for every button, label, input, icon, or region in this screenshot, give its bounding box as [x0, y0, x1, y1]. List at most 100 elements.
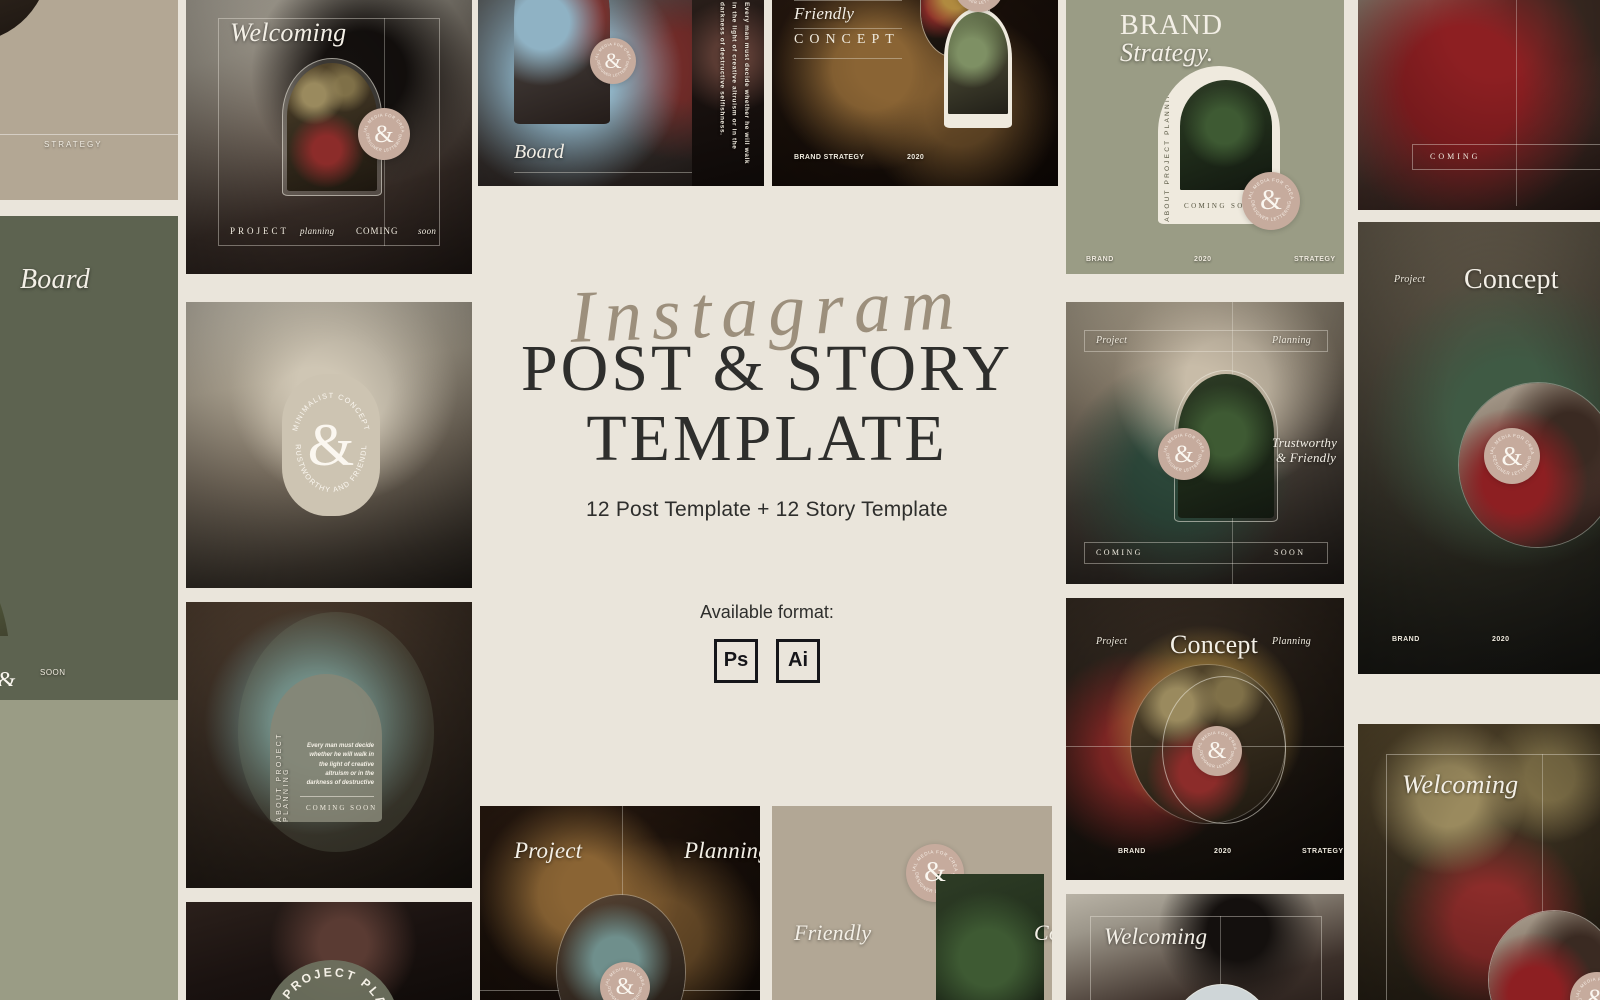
story-quote-text: Every man must decide whether he will wa…: [718, 2, 750, 165]
arch-text-panel: ABOUT PROJECT PLANNING Every man must de…: [270, 674, 382, 822]
story-footer-mid: 2020: [1194, 256, 1212, 263]
story-footer-right: Strategy: [1294, 256, 1336, 263]
ampersand-glyph: &: [1260, 185, 1282, 216]
available-format-label: Available format:: [700, 601, 834, 622]
amp-seal-badge: SOCIAL MEDIA FOR CREATOR DESIGNER LETTER…: [1570, 972, 1600, 1000]
arch-body-text: Every man must decide whether he will wa…: [306, 743, 374, 787]
card-about-planning-post[interactable]: ABOUT PROJECT PLANNING Every man must de…: [186, 602, 472, 888]
card-brand-strategy-story[interactable]: BRAND Strategy. ABOUT PROJECT PLANNING C…: [1066, 0, 1344, 274]
post-title-concept: Concept: [1464, 264, 1559, 295]
template-preview-canvas: Brand Strategy Board SOCIAL MEDIA FOR CR…: [0, 0, 1600, 1000]
rect-photo: [936, 874, 1044, 1000]
card-coming-story[interactable]: COMING: [1358, 0, 1600, 210]
card-minimalist-post[interactable]: MINIMALIST CONCEPT TRUSTWORTHY AND FRIEN…: [186, 302, 472, 588]
card-concept-post[interactable]: Project Concept Planning SOCIAL MEDIA FO…: [1066, 598, 1344, 880]
post-footer-mid: 2020: [1214, 848, 1232, 855]
card-left-sage-planning[interactable]: Planning: [0, 700, 178, 1000]
card-welcoming-bottom-post[interactable]: Welcoming: [1066, 894, 1344, 1000]
post-label-project: Project: [1394, 274, 1426, 285]
card-concept-right-post[interactable]: Project Concept SOCIAL MEDIA FOR CREATOR…: [1358, 222, 1600, 674]
post-title-concept: Concept: [1170, 630, 1259, 659]
hero-script-title: Instagram: [568, 263, 966, 359]
post-text-trustworthy: Trustworthy: [1272, 435, 1338, 450]
story-footer-left: Brand: [1086, 256, 1114, 263]
post-footer-left: Brand: [1392, 636, 1420, 643]
card-friendly-post[interactable]: SOCIAL MEDIA FOR CREATOR DESIGNER LETTER…: [772, 806, 1052, 1000]
story-label-coming: COMING: [1430, 152, 1481, 161]
footer-planning: planning: [300, 226, 335, 236]
post-footer-soon: SOON: [1274, 548, 1306, 557]
format-badge-row: Ps Ai: [714, 638, 820, 683]
ampersand-glyph: &: [374, 120, 394, 148]
hero-title-line2: TEMPLATE: [586, 401, 948, 475]
card-leaf-post[interactable]: Project Planning SOCIAL MEDIA FOR CREATO…: [480, 806, 760, 1000]
hero-subtitle: 12 Post Template + 12 Story Template: [586, 497, 948, 521]
card-title-board: Board: [20, 264, 90, 295]
arch-vertical-label: ABOUT PROJECT PLANNING: [1164, 84, 1171, 222]
card-quote-story[interactable]: Every man must decide whether he will wa…: [692, 0, 764, 186]
circular-label-text: ABOUT PROJECT PLANNING: [264, 960, 395, 1000]
card-welcoming-right-post[interactable]: Welcoming SOCIAL MEDIA FOR CREATOR DESIG…: [1358, 724, 1600, 1000]
illustrator-badge[interactable]: Ai: [776, 638, 820, 683]
amp-seal-badge: SOCIAL MEDIA FOR CREATOR DESIGNER LETTER…: [1484, 428, 1540, 484]
post-label-project: Project: [1096, 636, 1128, 647]
card-planning-bottom-post[interactable]: ABOUT PROJECT PLANNING: [186, 902, 472, 1000]
story-line-friendly: Friendly: [794, 4, 855, 23]
post-text-friendly: & Friendly: [1276, 450, 1337, 465]
amp-seal-badge: SOCIAL MEDIA FOR CREATOR DESIGNER LETTER…: [1192, 726, 1242, 776]
amp-seal-badge: SOCIAL MEDIA FOR CREATOR DESIGNER LETTER…: [358, 108, 410, 160]
amp-seal-badge: SOCIAL MEDIA FOR CREATOR DESIGNER LETTER…: [600, 962, 650, 1000]
card-project-planning-post[interactable]: Project Planning SOCIAL MEDIA FOR CREATO…: [1066, 302, 1344, 584]
hero-panel: Instagram POST & STORY TEMPLATE 12 Post …: [478, 196, 1056, 802]
card-left-olive-board[interactable]: Board SOCIAL MEDIA FOR CREATOR DESIGNER …: [0, 216, 178, 686]
card-left-taupe[interactable]: Brand Strategy: [0, 0, 178, 200]
card-footer-right: Soon: [40, 668, 66, 677]
post-footer-coming: COMING: [1096, 548, 1143, 557]
photo: [1358, 0, 1600, 210]
amp-seal-badge: SOCIAL MEDIA FOR CREATOR DESIGNER LETTER…: [590, 38, 636, 84]
card-concept-story[interactable]: Trustworthy Friendly CONCEPT SOCIAL MEDI…: [772, 0, 1058, 186]
arch-photo-bottom: [944, 8, 1012, 128]
ampersand-glyph: &: [1587, 986, 1600, 1000]
card-title-welcoming: Welcoming: [230, 18, 347, 47]
footer-coming: COMING: [356, 226, 399, 236]
amp-seal-badge: SOCIAL MEDIA FOR CREATOR DESIGNER LETTER…: [1242, 172, 1300, 230]
amp-seal-badge: SOCIAL MEDIA FOR CREATOR DESIGNER LETTER…: [954, 0, 1004, 12]
svg-text:DESIGNER LETTERING: DESIGNER LETTERING: [961, 0, 997, 5]
ampersand-glyph: &: [307, 411, 355, 478]
seal-curved-text: SOCIAL MEDIA FOR CREATOR DESIGNER LETTER…: [961, 0, 997, 5]
post-title-welcoming: Welcoming: [1104, 924, 1208, 949]
story-footer-right: 2020: [907, 154, 925, 161]
post-label-planning: Planning: [1272, 636, 1312, 647]
story-title-strategy: Strategy.: [1120, 38, 1214, 67]
card-title-board: Board: [514, 141, 565, 163]
card-footer-right: Strategy: [44, 140, 103, 149]
post-label-planning: Planning: [684, 838, 760, 863]
post-label-friendly: Friendly: [794, 920, 872, 945]
ampersand-glyph: &: [1174, 440, 1194, 468]
arch-cta: COMING SOON: [306, 804, 378, 812]
circular-label: ABOUT PROJECT PLANNING: [264, 960, 400, 1000]
oval-photo: [0, 0, 50, 42]
ampersand-glyph: &: [0, 669, 16, 686]
amp-seal-badge: SOCIAL MEDIA FOR CREATOR DESIGNER LETTER…: [1158, 428, 1210, 480]
ampersand-glyph: &: [1207, 738, 1227, 764]
post-label-project: Project: [514, 838, 583, 863]
post-footer-mid: 2020: [1492, 636, 1510, 643]
footer-soon: soon: [418, 226, 437, 236]
story-footer-left: Brand Strategy: [794, 154, 865, 161]
footer-project: PROJECT: [230, 226, 290, 236]
post-label-planning: Planning: [1272, 335, 1312, 346]
ampersand-glyph: &: [1501, 440, 1523, 471]
amp-seal-pill: MINIMALIST CONCEPT TRUSTWORTHY AND FRIEN…: [282, 374, 380, 516]
post-label-concept: Concept: [1034, 920, 1052, 945]
photoshop-badge[interactable]: Ps: [714, 638, 758, 683]
ampersand-glyph: &: [615, 974, 635, 1000]
ampersand-glyph: &: [924, 857, 946, 888]
svg-text:ABOUT PROJECT PLANNING: ABOUT PROJECT PLANNING: [264, 960, 395, 1000]
ampersand-glyph: &: [604, 48, 622, 73]
card-welcoming-post[interactable]: Welcoming SOCIAL MEDIA FOR CREATOR DESIG…: [186, 0, 472, 274]
post-label-project: Project: [1096, 335, 1128, 346]
post-footer-left: Brand: [1118, 848, 1146, 855]
post-footer-right: Strategy: [1302, 848, 1344, 855]
